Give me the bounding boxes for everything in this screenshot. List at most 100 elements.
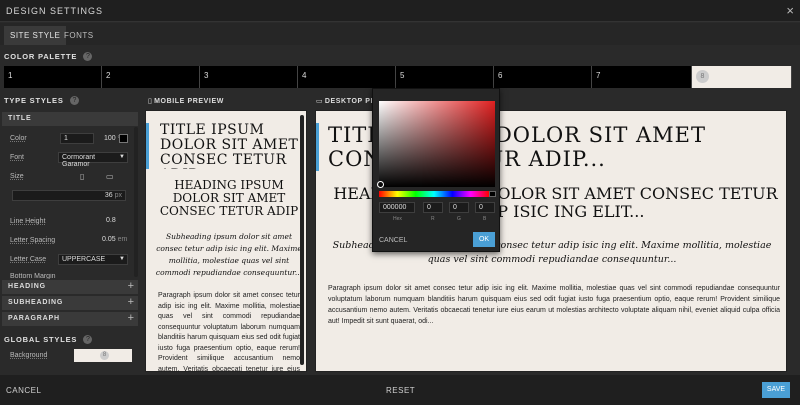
- swatch-label: 5: [400, 71, 405, 80]
- palette-swatch-7[interactable]: 7: [592, 66, 692, 88]
- plus-icon[interactable]: +: [128, 296, 134, 308]
- tab-bar: SITE STYLE FONTS: [0, 23, 800, 45]
- palette-swatch-2[interactable]: 2: [102, 66, 200, 88]
- desktop-device-icon[interactable]: ▭: [106, 172, 114, 181]
- palette-swatch-6[interactable]: 6: [494, 66, 592, 88]
- help-icon[interactable]: ?: [83, 52, 93, 62]
- hue-slider[interactable]: [379, 191, 489, 197]
- type-styles-label: TYPE STYLES: [4, 96, 64, 105]
- palette-swatch-4[interactable]: 4: [298, 66, 396, 88]
- palette-swatch-8[interactable]: 8: [692, 66, 792, 88]
- letter-spacing-label: Letter Spacing: [10, 237, 56, 244]
- selected-accent-bar: [316, 123, 319, 171]
- window-title: DESIGN SETTINGS: [6, 6, 104, 16]
- hex-label: Hex: [393, 216, 402, 222]
- saturation-value-area[interactable]: [379, 101, 495, 187]
- size-value: 36: [104, 192, 113, 199]
- letter-case-label: Letter Case: [10, 256, 47, 263]
- swatch-label: 1: [8, 71, 13, 80]
- letter-spacing-value: 0.05: [102, 236, 116, 243]
- panel-scrollbar[interactable]: [134, 127, 138, 277]
- picker-ok-button[interactable]: OK: [473, 232, 495, 247]
- subheading-section-label: SUBHEADING: [8, 299, 64, 306]
- color-palette-label: COLOR PALETTE: [4, 52, 78, 61]
- line-height-label: Line Height: [10, 218, 46, 225]
- cancel-button[interactable]: CANCEL: [6, 386, 41, 395]
- swatch-label: 2: [106, 71, 111, 80]
- alpha-swatch[interactable]: [489, 191, 496, 197]
- letter-case-select[interactable]: UPPERCASE ▼: [58, 254, 128, 265]
- hex-input[interactable]: 000000: [379, 202, 415, 213]
- background-swatch-label: 8: [100, 351, 109, 360]
- paragraph-section-header[interactable]: PARAGRAPH +: [2, 312, 138, 326]
- heading-section-header[interactable]: HEADING +: [2, 280, 138, 294]
- picker-cursor[interactable]: [377, 181, 384, 188]
- swatch-label: 4: [302, 71, 307, 80]
- font-label: Font: [10, 154, 25, 161]
- line-height-value[interactable]: 0.8: [106, 217, 116, 224]
- paragraph-section-label: PARAGRAPH: [8, 315, 60, 322]
- mobile-scrollbar[interactable]: [300, 115, 304, 365]
- size-label: Size: [10, 173, 24, 180]
- tab-fonts[interactable]: FONTS: [58, 26, 100, 45]
- background-label: Background: [10, 352, 48, 359]
- r-input[interactable]: 0: [423, 202, 443, 213]
- color-picker-popup: 000000 0 0 0 Hex R G B CANCEL OK: [372, 88, 500, 252]
- footer-bar: CANCEL RESET SAVE: [0, 375, 800, 405]
- title-section-label: TITLE: [8, 115, 32, 122]
- title-bar: DESIGN SETTINGS ×: [0, 0, 800, 22]
- title-section-header[interactable]: TITLE: [2, 112, 138, 126]
- tab-site-style[interactable]: SITE STYLE: [4, 26, 67, 45]
- save-button[interactable]: SAVE: [762, 382, 790, 398]
- preview-subheading[interactable]: Subheading ipsum dolor sit amet consec t…: [154, 231, 304, 279]
- type-styles-header: TYPE STYLES ?: [4, 96, 79, 106]
- swatch-label: 3: [204, 71, 209, 80]
- chevron-down-icon: ▼: [119, 256, 125, 262]
- swatch-label: 7: [596, 71, 601, 80]
- b-input[interactable]: 0: [475, 202, 495, 213]
- opacity-number: 100: [104, 135, 116, 142]
- plus-icon[interactable]: +: [128, 312, 134, 324]
- color-palette-header: COLOR PALETTE ?: [4, 52, 93, 62]
- picker-cancel-button[interactable]: CANCEL: [379, 237, 407, 244]
- type-styles-panel: TYPE STYLES ? TITLE Color 1 100 % Font C…: [0, 95, 140, 375]
- palette-swatch-1[interactable]: 1: [4, 66, 102, 88]
- plus-icon[interactable]: +: [128, 280, 134, 292]
- preview-heading[interactable]: HEADING IPSUM DOLOR SIT AMET CONSEC TETU…: [154, 179, 304, 219]
- help-icon[interactable]: ?: [83, 335, 93, 345]
- swatch-label: 6: [498, 71, 503, 80]
- g-label: G: [457, 216, 461, 222]
- bottom-margin-label: Bottom Margin: [10, 273, 56, 279]
- color-swatch-preview[interactable]: [119, 134, 128, 143]
- r-label: R: [431, 216, 435, 222]
- mobile-preview-header: ▯ MOBILE PREVIEW: [148, 96, 224, 105]
- reset-button[interactable]: RESET: [386, 386, 415, 395]
- preview-paragraph[interactable]: Paragraph ipsum dolor sit amet consec te…: [158, 291, 300, 371]
- size-unit: px: [114, 192, 122, 199]
- mobile-preview: TITLE IPSUM DOLOR SIT AMET CONSEC TETUR …: [145, 110, 307, 372]
- help-icon[interactable]: ?: [69, 96, 79, 106]
- font-select[interactable]: Cormorant Garamor ▼: [58, 152, 128, 168]
- g-input[interactable]: 0: [449, 202, 469, 213]
- subheading-section-header[interactable]: SUBHEADING +: [2, 296, 138, 310]
- letter-spacing-field[interactable]: 0.05 em: [102, 236, 127, 243]
- preview-title[interactable]: TITLE IPSUM DOLOR SIT AMET CONSEC TETUR …: [160, 123, 304, 169]
- global-styles-header: GLOBAL STYLES ?: [4, 335, 93, 345]
- font-value: Cormorant Garamor: [62, 154, 96, 168]
- background-color-field[interactable]: 8: [74, 349, 132, 362]
- close-icon[interactable]: ×: [786, 3, 794, 18]
- desktop-preview-icon: ▭: [316, 98, 323, 105]
- letter-spacing-unit: em: [117, 236, 128, 243]
- mobile-preview-label: MOBILE PREVIEW: [154, 98, 224, 105]
- size-field[interactable]: 36 px: [12, 190, 126, 201]
- color-field[interactable]: 1: [60, 133, 94, 144]
- b-label: B: [483, 216, 487, 222]
- palette-swatch-3[interactable]: 3: [200, 66, 298, 88]
- palette-swatch-5[interactable]: 5: [396, 66, 494, 88]
- color-palette: 1 2 3 4 5 6 7 8: [0, 66, 800, 88]
- letter-case-value: UPPERCASE: [62, 256, 106, 263]
- mobile-preview-icon: ▯: [148, 98, 152, 105]
- heading-section-label: HEADING: [8, 283, 46, 290]
- mobile-device-icon[interactable]: ▯: [80, 172, 84, 181]
- preview-paragraph[interactable]: Paragraph ipsum dolor sit amet consec te…: [328, 283, 780, 329]
